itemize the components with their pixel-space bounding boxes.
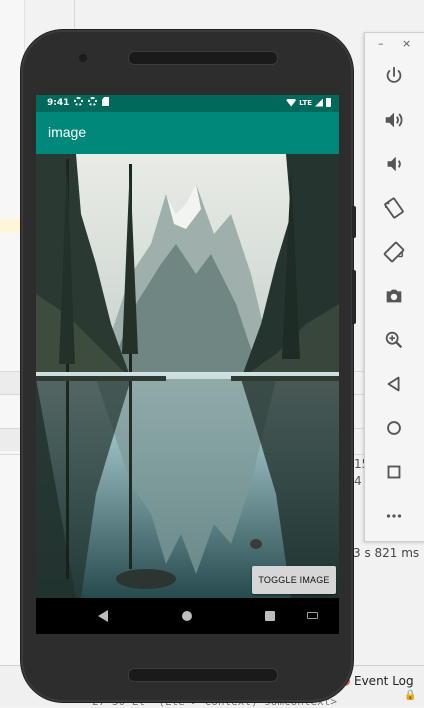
- zoom-button[interactable]: [380, 326, 408, 354]
- power-side-button: [352, 270, 356, 324]
- earpiece-speaker: [128, 51, 278, 65]
- front-camera: [79, 54, 87, 62]
- landscape-image: [36, 154, 339, 598]
- status-bar: 9:41 LTE: [36, 95, 339, 112]
- overview-button[interactable]: [380, 458, 408, 486]
- overview-square-icon: [387, 465, 401, 479]
- wifi-icon: [286, 98, 297, 107]
- battery-icon: [326, 98, 331, 107]
- volume-down-icon: [387, 156, 401, 172]
- main-content: TOGGLE IMAGE: [36, 154, 339, 598]
- more-button[interactable]: [380, 502, 408, 530]
- sd-card-icon: [102, 97, 109, 106]
- camera-icon: [386, 289, 402, 303]
- volume-up-button[interactable]: [380, 106, 408, 134]
- back-button[interactable]: [380, 370, 408, 398]
- back-icon[interactable]: [98, 610, 108, 622]
- rotate-left-button[interactable]: [380, 194, 408, 222]
- network-type-label: LTE: [299, 98, 312, 107]
- signal-icon: [315, 98, 323, 107]
- home-icon[interactable]: [182, 611, 192, 621]
- screenshot-button[interactable]: [380, 282, 408, 310]
- power-icon: [386, 66, 402, 83]
- settings-gear-icon: [88, 97, 97, 106]
- toggle-image-button[interactable]: TOGGLE IMAGE: [252, 566, 336, 594]
- ide-divider: [74, 0, 75, 30]
- more-dots-icon: [386, 514, 402, 518]
- phone-device-frame: 9:41 LTE image TOGGLE IMAGE: [21, 30, 356, 702]
- volume-up-icon: [385, 112, 403, 128]
- status-time: 9:41: [47, 98, 70, 108]
- rotate-left-icon: [384, 197, 404, 219]
- build-time-label: 3 s 821 ms: [353, 546, 420, 560]
- volume-side-button: [352, 206, 356, 238]
- app-title: image: [48, 124, 87, 140]
- emulator-toolbar: – ×: [364, 32, 424, 542]
- device-screen: 9:41 LTE image TOGGLE IMAGE: [36, 95, 339, 634]
- lock-icon: 🔒: [404, 690, 417, 701]
- recents-icon[interactable]: [265, 611, 275, 621]
- home-circle-icon: [387, 421, 401, 435]
- keyboard-icon[interactable]: [307, 612, 318, 619]
- ide-fragment-text: 4: [354, 474, 362, 488]
- power-button[interactable]: [380, 62, 408, 90]
- zoom-in-icon: [385, 331, 403, 349]
- rotate-right-button[interactable]: [380, 238, 408, 266]
- event-log-button[interactable]: Event Log: [340, 674, 414, 688]
- rotate-right-icon: [383, 241, 405, 263]
- app-toolbar: image: [36, 112, 339, 154]
- bottom-speaker: [128, 668, 278, 682]
- status-notifications: [74, 97, 109, 106]
- event-log-label: Event Log: [354, 674, 414, 688]
- status-system-icons: LTE: [286, 98, 331, 107]
- navigation-bar: [36, 598, 339, 634]
- back-triangle-icon: [387, 376, 400, 392]
- volume-down-button[interactable]: [380, 150, 408, 178]
- close-button[interactable]: ×: [402, 37, 411, 50]
- settings-gear-icon: [74, 97, 83, 106]
- home-button[interactable]: [380, 414, 408, 442]
- minimize-button[interactable]: –: [378, 37, 384, 50]
